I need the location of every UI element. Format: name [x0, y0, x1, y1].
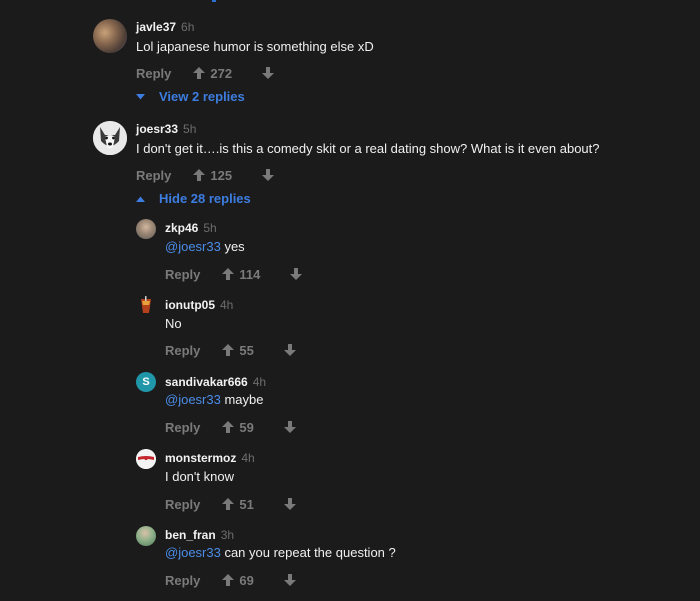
upvote-count: 59 [239, 419, 254, 435]
view-replies-toggle[interactable]: View 2 replies [136, 89, 245, 104]
timestamp: 5h [203, 221, 217, 235]
user-mention[interactable]: @joesr33 [165, 239, 221, 254]
arrow-up-icon [193, 169, 206, 181]
reply-button[interactable]: Reply [165, 267, 200, 282]
timestamp: 5h [183, 122, 197, 136]
upvote-button[interactable]: 55 [222, 342, 254, 358]
avatar-letter: S [142, 376, 150, 388]
downvote-button[interactable] [262, 67, 275, 79]
upvote-count: 114 [239, 266, 261, 282]
arrow-down-icon [262, 67, 275, 79]
reply-button[interactable]: Reply [165, 497, 200, 512]
comment-text: I don't know [165, 469, 234, 484]
reply-button[interactable]: Reply [165, 343, 200, 358]
hide-replies-label: Hide 28 replies [159, 191, 251, 206]
arrow-down-icon [262, 169, 275, 181]
arrow-up-icon [222, 498, 235, 510]
comment-body: yes [220, 239, 245, 254]
arrow-down-icon [283, 574, 296, 586]
downvote-button[interactable] [262, 169, 275, 181]
comment-body: can you repeat the question ? [220, 545, 396, 560]
arrow-down-icon [283, 421, 296, 433]
reply-button[interactable]: Reply [136, 66, 171, 81]
downvote-button[interactable] [283, 421, 296, 433]
view-replies-label: View 2 replies [159, 89, 245, 104]
username[interactable]: ben_fran [165, 528, 216, 542]
caret-up-icon [136, 196, 145, 202]
arrow-up-icon [222, 344, 235, 356]
user-avatar[interactable]: S [136, 372, 156, 392]
upvote-button[interactable]: 59 [222, 419, 254, 435]
upvote-button[interactable]: 272 [193, 66, 232, 81]
reply-button[interactable]: Reply [165, 573, 200, 588]
comment-actions: Reply 69 [165, 570, 296, 590]
comment-actions: Reply 125 [136, 165, 275, 185]
comment-body: I don't know [165, 469, 234, 484]
drink-icon [141, 296, 151, 313]
arrow-up-icon [222, 421, 235, 433]
hide-replies-toggle[interactable]: Hide 28 replies [136, 191, 251, 206]
timestamp: 4h [220, 298, 234, 312]
caret-down-icon [136, 93, 145, 99]
upvote-button[interactable]: 69 [222, 572, 254, 588]
arrow-up-icon [222, 268, 235, 280]
comment-text: Lol japanese humor is something else xD [136, 39, 374, 54]
username[interactable]: sandivakar666 [165, 375, 248, 389]
upvote-count: 272 [210, 65, 233, 81]
upvote-count: 55 [239, 342, 254, 358]
husky-icon [93, 121, 127, 155]
comment-body: No [165, 316, 182, 331]
comment-text: No [165, 316, 182, 331]
comment-actions: Reply 51 [165, 494, 296, 514]
username[interactable]: monstermoz [165, 451, 236, 465]
ball-icon [136, 449, 156, 469]
downvote-button[interactable] [283, 574, 296, 586]
reply-button[interactable]: Reply [136, 168, 171, 183]
comment-text: @joesr33 maybe [165, 392, 263, 407]
timestamp: 3h [220, 528, 235, 542]
user-avatar[interactable] [136, 449, 156, 469]
user-mention[interactable]: @joesr33 [165, 392, 221, 407]
arrow-down-icon [290, 268, 303, 280]
arrow-down-icon [283, 344, 296, 356]
user-avatar[interactable] [136, 219, 156, 239]
username[interactable]: javle37 [136, 20, 176, 34]
downvote-button[interactable] [283, 498, 296, 510]
reply-button[interactable]: Reply [165, 420, 200, 435]
comment-actions: Reply 55 [165, 340, 296, 360]
upvote-button[interactable]: 125 [193, 168, 232, 183]
user-avatar[interactable] [136, 296, 156, 316]
user-avatar[interactable] [93, 19, 127, 53]
username[interactable]: zkp46 [165, 221, 198, 235]
upvote-button[interactable]: 114 [222, 267, 260, 282]
upvote-button[interactable]: 51 [222, 496, 254, 512]
arrow-up-icon [193, 67, 206, 79]
timestamp: 6h [181, 20, 195, 34]
user-avatar[interactable] [93, 121, 127, 155]
comment-body: maybe [220, 392, 264, 407]
timestamp: 4h [241, 451, 255, 465]
comment-text: I don't get it….is this a comedy skit or… [136, 141, 600, 156]
username[interactable]: ionutp05 [165, 298, 215, 312]
arrow-down-icon [283, 498, 296, 510]
username[interactable]: joesr33 [136, 122, 178, 136]
upvote-count: 125 [210, 167, 233, 183]
comment-actions: Reply 272 [136, 63, 275, 83]
user-avatar[interactable] [136, 526, 156, 546]
user-mention[interactable]: @joesr33 [165, 545, 221, 560]
comment-actions: Reply 114 [165, 264, 303, 284]
comment-text: @joesr33 yes [165, 239, 245, 254]
downvote-button[interactable] [290, 268, 303, 280]
upvote-count: 69 [239, 572, 254, 588]
comment-actions: Reply 59 [165, 417, 296, 437]
scroll-indicator [212, 0, 216, 2]
comment-text: @joesr33 can you repeat the question ? [165, 545, 396, 560]
downvote-button[interactable] [283, 344, 296, 356]
upvote-count: 51 [239, 496, 254, 512]
timestamp: 4h [252, 375, 267, 389]
arrow-up-icon [222, 574, 235, 586]
